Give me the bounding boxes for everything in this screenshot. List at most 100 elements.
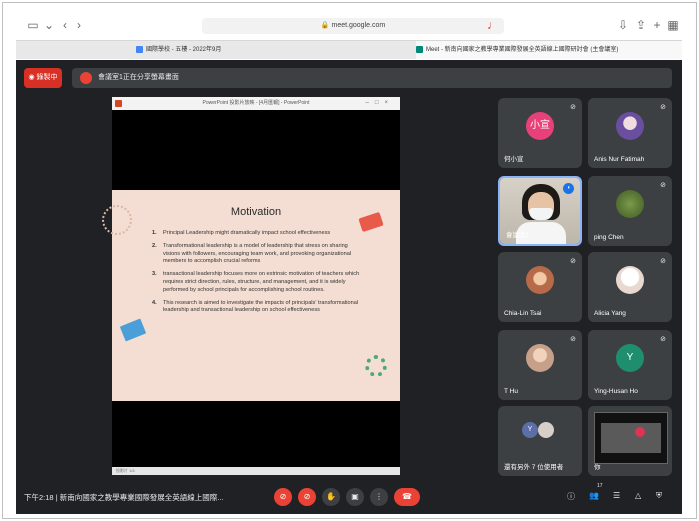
participant-name: 還有另外 7 位使用者 bbox=[504, 464, 564, 471]
record-icon: ◉ bbox=[28, 74, 35, 81]
self-tile[interactable]: 你 bbox=[588, 406, 672, 476]
browser-toolbar: ▭ ⌄ ‹ › ◐ 🔒 meet.google.com ♩ ⇩ ⇪ + ▦ 國際… bbox=[16, 12, 682, 60]
point-text: This research is aimed to investigate th… bbox=[163, 299, 359, 314]
meet-favicon-icon bbox=[416, 45, 423, 53]
participant-tile-speaking[interactable]: ◖ 會議室1 bbox=[498, 176, 582, 246]
presenting-text: 會議室1正在分享螢幕畫面 bbox=[98, 74, 179, 81]
avatar bbox=[616, 266, 644, 294]
address-bar[interactable]: 🔒 meet.google.com bbox=[202, 18, 504, 34]
tab-label: Meet - 新南向國家之教學專業國際發展全英語線上國際研討會 (主會議室) bbox=[426, 47, 619, 53]
sidebar-icon[interactable]: ▭ bbox=[26, 18, 40, 32]
participant-count: 17 bbox=[597, 483, 603, 489]
tab-label: 國際學校 - 五樓 - 2022年9月 bbox=[146, 47, 222, 53]
slide: Motivation 1. Principal Leadership might … bbox=[102, 190, 400, 401]
leave-call-button[interactable]: ☎ bbox=[394, 488, 420, 506]
point-number: 3. bbox=[152, 271, 157, 278]
avatar bbox=[616, 112, 644, 140]
mic-off-icon: ⊘ bbox=[660, 336, 666, 343]
participant-tile[interactable]: ⊘ 小宣 何小宣 bbox=[498, 98, 582, 168]
slide-point: 3. transactional leadership focuses more … bbox=[152, 271, 362, 294]
avatar bbox=[616, 190, 644, 218]
participant-name: 會議室1 bbox=[506, 232, 530, 239]
powerpoint-titlebar: PowerPoint 投影片放映 - [4月匯報] - PowerPoint –… bbox=[112, 97, 400, 110]
meet-control-bar: 下午2:18 | 新南向國家之教學專業國際發展全英語線上國際... ⊘ ⊘ ✋ … bbox=[16, 480, 682, 514]
participant-tile[interactable]: ⊘ T Hu bbox=[498, 330, 582, 400]
people-icon[interactable]: 👥 bbox=[589, 491, 599, 500]
presentation-stage[interactable]: PowerPoint 投影片放映 - [4月匯報] - PowerPoint –… bbox=[102, 97, 400, 475]
back-icon[interactable]: ‹ bbox=[58, 18, 72, 32]
participant-tile[interactable]: ⊘ Anis Nur Fatimah bbox=[588, 98, 672, 168]
powerpoint-icon bbox=[115, 100, 122, 107]
avatar bbox=[526, 266, 554, 294]
download-icon[interactable]: ⇩ bbox=[616, 18, 630, 32]
self-preview bbox=[594, 412, 668, 464]
meeting-title: 新南向國家之教學專業國際發展全英語線上國際... bbox=[59, 493, 224, 502]
slide-point: 1. Principal Leadership might dramaticall… bbox=[152, 230, 362, 238]
slide-title: Motivation bbox=[230, 206, 282, 218]
participant-tile[interactable]: ⊘ Y Ying-Husan Ho bbox=[588, 330, 672, 400]
meeting-time: 下午2:18 bbox=[24, 493, 54, 502]
slide-points: 1. Principal Leadership might dramaticall… bbox=[152, 230, 362, 320]
point-text: Principal Leadership might dramatically … bbox=[163, 230, 331, 236]
host-controls-icon[interactable]: ⛨ bbox=[656, 491, 662, 501]
participant-name: Chia-Lin Tsai bbox=[504, 310, 542, 317]
mic-off-icon: ⊘ bbox=[660, 258, 666, 265]
window-controls-icon: –□× bbox=[365, 100, 394, 106]
point-number: 4. bbox=[152, 299, 157, 306]
chat-icon[interactable]: ☰ bbox=[613, 491, 620, 500]
participant-tile[interactable]: ⊘ Chia-Lin Tsai bbox=[498, 252, 582, 322]
raise-hand-button[interactable]: ✋ bbox=[322, 488, 340, 506]
info-icon[interactable]: ⓘ bbox=[567, 491, 575, 502]
point-number: 1. bbox=[152, 230, 157, 236]
tab-meet[interactable]: Meet - 新南向國家之教學專業國際發展全英語線上國際研討會 (主會議室) bbox=[416, 41, 682, 59]
participant-name: 何小宣 bbox=[504, 156, 524, 163]
meeting-info: 下午2:18 | 新南向國家之教學專業國際發展全英語線上國際... bbox=[24, 492, 224, 503]
self-preview-dot bbox=[635, 427, 645, 437]
point-number: 2. bbox=[152, 242, 157, 249]
tab-overview-icon[interactable]: ▦ bbox=[666, 18, 680, 32]
mic-active-icon[interactable]: ♩ bbox=[486, 18, 500, 32]
activities-icon[interactable]: △ bbox=[635, 491, 641, 500]
participant-name: 你 bbox=[594, 464, 601, 471]
new-tab-icon[interactable]: + bbox=[650, 18, 664, 32]
camera-toggle-button[interactable]: ⊘ bbox=[298, 488, 316, 506]
participant-name: T Hu bbox=[504, 388, 518, 395]
recording-indicator[interactable]: ◉ 錄製中 bbox=[24, 68, 62, 88]
calendar-favicon-icon bbox=[136, 45, 143, 53]
participant-name: Ying-Husan Ho bbox=[594, 388, 638, 395]
mic-toggle-button[interactable]: ⊘ bbox=[274, 488, 292, 506]
tab-bar: 國際學校 - 五樓 - 2022年9月 Meet - 新南向國家之教學專業國際發… bbox=[16, 40, 682, 59]
meet-window: ◉ 錄製中 會議室1正在分享螢幕畫面 PowerPoint 投影片放映 - [4… bbox=[16, 60, 682, 514]
avatar: Y bbox=[522, 422, 538, 438]
chevron-down-icon[interactable]: ⌄ bbox=[42, 18, 56, 32]
participant-name: Alicia Yang bbox=[594, 310, 626, 317]
mic-off-icon: ⊘ bbox=[570, 258, 576, 265]
powerpoint-window-title: PowerPoint 投影片放映 - [4月匯報] - PowerPoint bbox=[202, 100, 310, 106]
mic-off-icon: ⊘ bbox=[570, 104, 576, 111]
avatar: Y bbox=[616, 344, 644, 372]
participant-name: ping Chen bbox=[594, 234, 624, 241]
participant-tile[interactable]: ⊘ Alicia Yang bbox=[588, 252, 672, 322]
speaking-indicator-icon: ◖ bbox=[563, 183, 574, 194]
more-options-button[interactable]: ⋮ bbox=[370, 488, 388, 506]
more-participants-tile[interactable]: Y 還有另外 7 位使用者 bbox=[498, 406, 582, 476]
powerpoint-status-bar: 投影片 1/6 bbox=[112, 467, 400, 475]
avatar: 小宣 bbox=[526, 112, 554, 140]
envelope-icon bbox=[119, 318, 147, 342]
mic-off-icon: ⊘ bbox=[660, 104, 666, 111]
forward-icon[interactable]: › bbox=[72, 18, 86, 32]
avatar bbox=[538, 422, 554, 438]
presenting-banner: 會議室1正在分享螢幕畫面 bbox=[72, 68, 672, 88]
point-text: transactional leadership focuses more on… bbox=[163, 271, 360, 293]
mic-off-icon: ⊘ bbox=[570, 336, 576, 343]
point-text: Transformational leadership is a model o… bbox=[163, 242, 352, 265]
tab-school[interactable]: 國際學校 - 五樓 - 2022年9月 bbox=[136, 41, 336, 59]
present-button[interactable]: ▣ bbox=[346, 488, 364, 506]
slide-point: 4. This research is aimed to investigate … bbox=[152, 300, 362, 316]
recording-label: 錄製中 bbox=[36, 74, 58, 81]
gear-icon bbox=[365, 355, 387, 377]
participant-tile[interactable]: ⊘ ping Chen bbox=[588, 176, 672, 246]
video-mask bbox=[529, 208, 553, 220]
slide-point: 2. Transformational leadership is a model… bbox=[152, 243, 362, 266]
share-icon[interactable]: ⇪ bbox=[634, 18, 648, 32]
